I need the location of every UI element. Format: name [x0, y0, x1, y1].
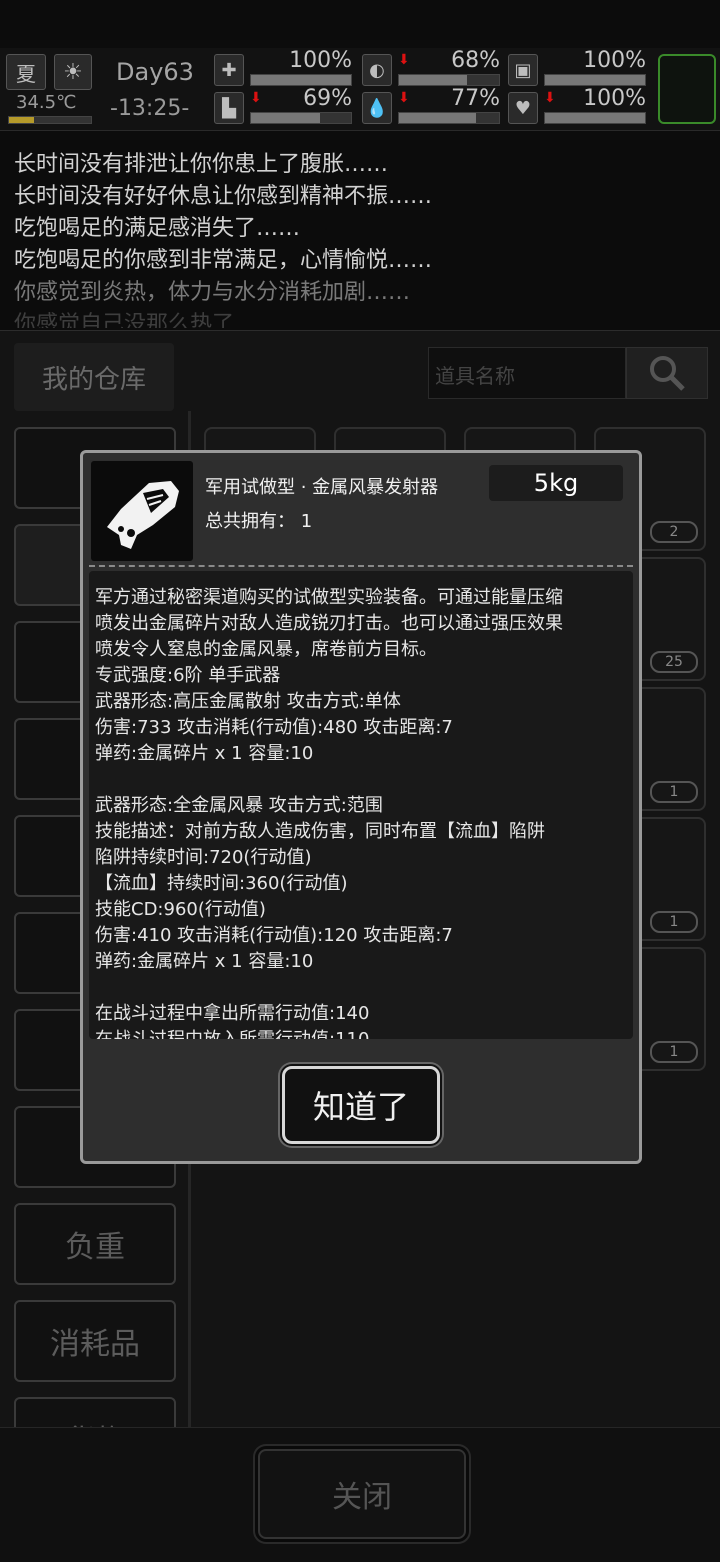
item-weight: 5kg	[489, 465, 623, 501]
metal-storm-launcher-icon	[107, 481, 179, 549]
status-bar: 夏 ☀ 34.5℃ Day63 -13:25- ✚ 100% ◐ ⬇ 68% ▣ 100% ▙…	[0, 48, 720, 131]
item-count-badge: 25	[650, 651, 698, 673]
search-icon	[650, 356, 685, 391]
message-log: 长时间没有排泄让你你患上了腹胀…… 长时间没有好好休息让你感到精神不振…… 吃饱喝足…	[0, 140, 720, 328]
season-indicator: 夏	[6, 54, 46, 90]
close-button[interactable]: 关闭	[258, 1449, 466, 1539]
log-line: 长时间没有排泄让你你患上了腹胀……	[14, 152, 389, 177]
item-thumbnail	[91, 461, 193, 561]
description-line: 技能描述：对前方敌人造成伤害，同时布置【流血】陷阱	[95, 821, 545, 842]
stat-bar-fill	[545, 75, 645, 85]
description-line: 在战斗过程中放入所需行动值:110	[95, 1025, 369, 1039]
log-line: 你感觉自己没那么热了	[14, 312, 235, 328]
log-line: 你感觉到炎热，体力与水分消耗加剧……	[14, 280, 411, 305]
item-description[interactable]: 军方通过秘密渠道购买的试做型实验装备。可通过能量压缩 喷发出金属碎片对敌人造成锐刃…	[89, 571, 633, 1039]
stat-bar-fill	[545, 113, 645, 123]
description-line: 【流血】持续时间:360(行动值)	[95, 873, 348, 894]
item-count-badge: 1	[650, 1041, 698, 1063]
stomach-icon: ◐	[362, 54, 392, 86]
stat-bar-fill	[251, 113, 320, 123]
stat-bar-fill	[251, 75, 351, 85]
search-input[interactable]: 道具名称	[428, 347, 626, 399]
description-line: 陷阱持续时间:720(行动值)	[95, 847, 312, 868]
stat-bar	[544, 74, 646, 86]
description-line: 弹药:金属碎片 x 1 容量:10	[95, 951, 314, 972]
description-line: 军方通过秘密渠道购买的试做型实验装备。可通过能量压缩	[95, 587, 563, 608]
time-label: -13:25-	[110, 96, 190, 121]
stat-bar	[398, 112, 500, 124]
stat-value: 77%	[451, 86, 500, 111]
stat-bar	[398, 74, 500, 86]
category-tab[interactable]: 消耗品	[14, 1300, 176, 1382]
temperature-label: 34.5℃	[16, 92, 77, 113]
stat-bar	[250, 74, 352, 86]
category-tab[interactable]: 负重	[14, 1203, 176, 1285]
description-line: 技能CD:960(行动值)	[95, 899, 266, 920]
description-line: 伤害:733 攻击消耗(行动值):480 攻击距离:7	[95, 717, 453, 738]
item-detail-dialog: 军用试做型 · 金属风暴发射器 5kg 总共拥有： 1 军方通过秘密渠道购买的试…	[80, 450, 642, 1164]
item-owned-count: 总共拥有： 1	[205, 511, 313, 532]
water-drop-icon: 💧	[362, 92, 392, 124]
toilet-icon: ▣	[508, 54, 538, 86]
medkit-icon: ✚	[214, 54, 244, 86]
ok-button[interactable]: 知道了	[282, 1066, 440, 1144]
stat-bar-fill	[399, 113, 476, 123]
search-placeholder: 道具名称	[435, 364, 515, 388]
stat-value: 69%	[303, 86, 352, 111]
description-line: 伤害:410 攻击消耗(行动值):120 攻击距离:7	[95, 925, 453, 946]
log-line: 吃饱喝足的满足感消失了……	[14, 216, 301, 241]
stat-value: 100%	[583, 86, 646, 111]
heart-icon: ♥	[508, 92, 538, 124]
item-count-badge: 2	[650, 521, 698, 543]
warehouse-title: 我的仓库	[14, 343, 174, 411]
description-line: 专武强度:6阶 单手武器	[95, 665, 281, 686]
stat-value: 100%	[289, 48, 352, 73]
search-button[interactable]	[626, 347, 708, 399]
description-line: 武器形态:全金属风暴 攻击方式:范围	[95, 795, 383, 816]
description-line: 武器形态:高压金属散射 攻击方式:单体	[95, 691, 401, 712]
stat-bar	[544, 112, 646, 124]
quick-slot-button[interactable]	[658, 54, 716, 124]
description-line: 喷发令人窒息的金属风暴，席卷前方目标。	[95, 639, 437, 660]
temperature-bar	[8, 116, 92, 124]
item-count-badge: 1	[650, 781, 698, 803]
sun-icon: ☀	[54, 54, 92, 90]
stat-bar-fill	[399, 75, 467, 85]
description-line: 弹药:金属碎片 x 1 容量:10	[95, 743, 314, 764]
stat-value: 68%	[451, 48, 500, 73]
log-line: 长时间没有好好休息让你感到精神不振……	[14, 184, 433, 209]
item-count-badge: 1	[650, 911, 698, 933]
item-name: 军用试做型 · 金属风暴发射器	[205, 477, 439, 498]
description-line: 在战斗过程中拿出所需行动值:140	[95, 1003, 370, 1024]
dashed-separator	[89, 565, 633, 567]
stat-bar	[250, 112, 352, 124]
boot-icon: ▙	[214, 92, 244, 124]
season-label: 夏	[16, 61, 36, 86]
log-line: 吃饱喝足的你感到非常满足，心情愉悦……	[14, 248, 433, 273]
day-label: Day63	[116, 58, 194, 86]
description-line: 喷发出金属碎片对敌人造成锐刃打击。也可以通过强压效果	[95, 613, 563, 634]
stat-value: 100%	[583, 48, 646, 73]
